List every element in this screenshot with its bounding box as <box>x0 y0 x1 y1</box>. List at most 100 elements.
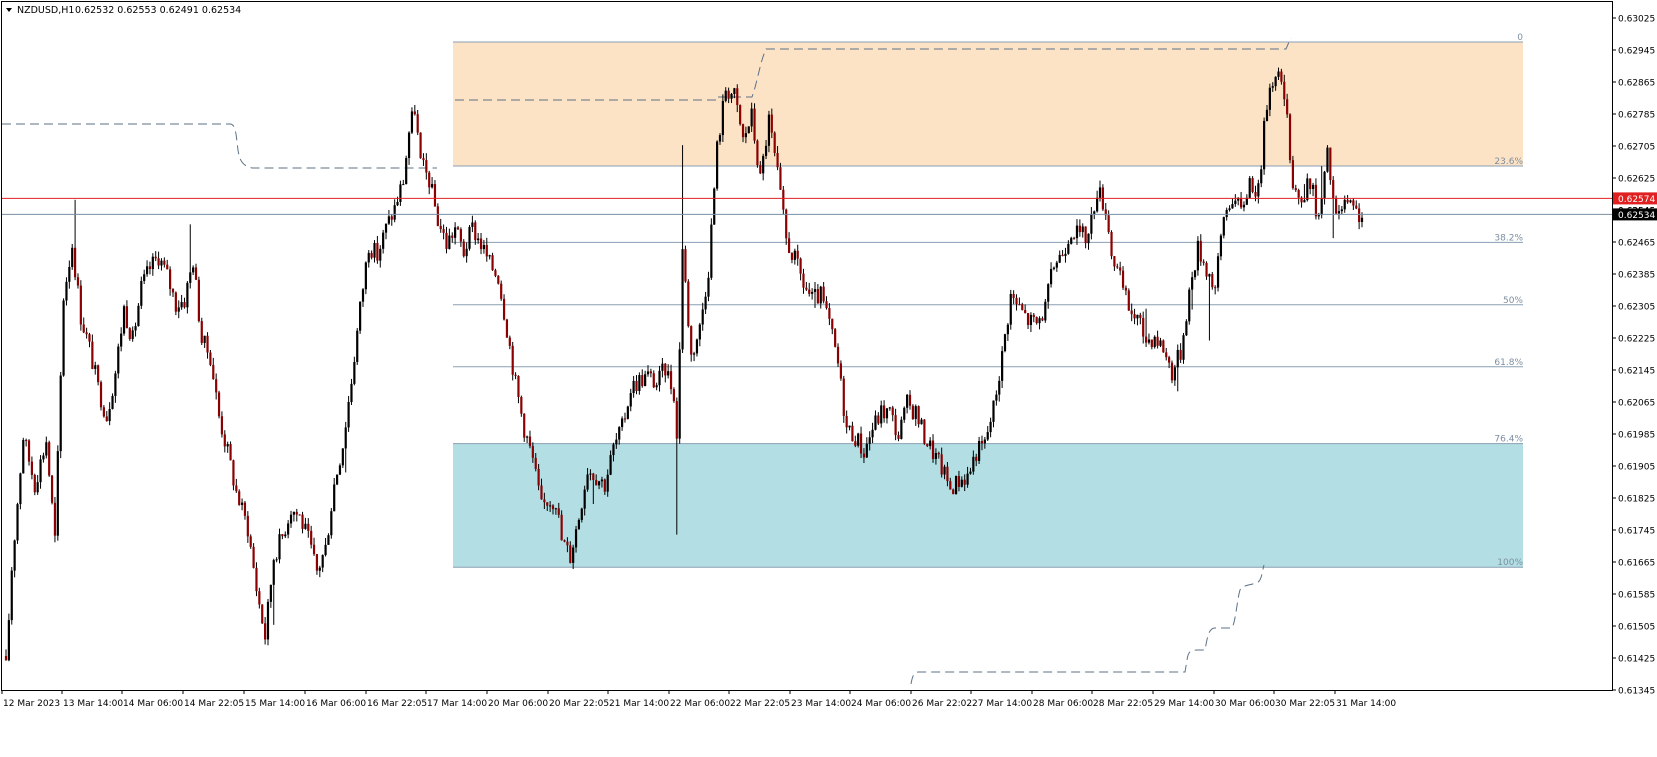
chart-window[interactable]: 0 23.6% 38.2% 50% 61.8% 76.4% 100% 0.63025 0.62… <box>0 0 1657 753</box>
y-tick-label: 0.61425 <box>1618 655 1655 665</box>
candle-body <box>819 286 822 304</box>
candle-body <box>721 100 724 136</box>
candle-body <box>790 252 794 260</box>
candle-body <box>727 90 730 99</box>
x-tick-label: 29 Mar 14:00 <box>1154 699 1214 709</box>
candle-body <box>980 440 984 444</box>
candle-body <box>851 425 854 442</box>
candle-body <box>312 544 316 555</box>
y-tick-label: 0.62625 <box>1618 175 1655 185</box>
candle-body <box>586 474 589 490</box>
candle-body <box>989 421 992 433</box>
candle-body <box>151 256 154 270</box>
candle-body <box>318 567 321 571</box>
candle-body <box>1090 213 1093 234</box>
candle-body <box>304 523 307 529</box>
candle-body <box>125 306 129 329</box>
candle-body <box>1303 200 1306 203</box>
candle-body <box>71 247 74 267</box>
candle-body <box>609 455 612 475</box>
candle-body <box>22 439 25 474</box>
x-tick-label: 14 Mar 22:05 <box>184 699 244 709</box>
candle-body <box>310 530 313 545</box>
candle-body <box>1274 76 1277 87</box>
candle-body <box>525 436 529 438</box>
candle-body <box>1265 109 1269 121</box>
candle-body <box>1263 120 1266 170</box>
candle-body <box>494 270 497 276</box>
candle-body <box>730 93 733 99</box>
candle-body <box>42 455 45 460</box>
candlestick-chart[interactable]: 0 23.6% 38.2% 50% 61.8% 76.4% 100% 0.63025 0.62… <box>0 0 1657 753</box>
candle-body <box>10 570 13 621</box>
candle-body <box>747 126 750 134</box>
candle-body <box>1029 314 1033 325</box>
candle-body <box>7 620 10 661</box>
candle-body <box>160 260 163 266</box>
candle-body <box>454 227 457 238</box>
candle-body <box>215 379 218 393</box>
candle-body <box>56 451 59 536</box>
candle-body <box>1024 310 1027 314</box>
candle-body <box>353 361 356 384</box>
candle-body <box>1009 293 1012 325</box>
candle-body <box>1323 171 1326 199</box>
candle-body <box>16 504 19 541</box>
y-tick-label: 0.62465 <box>1618 239 1655 249</box>
candle-body <box>906 394 909 408</box>
candle-body <box>954 476 958 495</box>
candle-body <box>192 267 195 273</box>
candle-body <box>1015 297 1018 305</box>
y-tick-label: 0.61585 <box>1618 591 1655 601</box>
candle-body <box>1052 267 1056 269</box>
candle-body <box>629 393 632 407</box>
candle-body <box>468 226 471 249</box>
candle-body <box>430 184 434 188</box>
candle-body <box>258 591 261 605</box>
candle-body <box>770 114 773 133</box>
candle-body <box>1349 200 1352 203</box>
candle-body <box>799 258 802 274</box>
candle-body <box>1067 243 1070 254</box>
candle-body <box>85 332 88 335</box>
candle-body <box>1314 184 1318 217</box>
candle-body <box>1084 226 1087 244</box>
candle-body <box>692 353 696 355</box>
candle-body <box>502 298 506 320</box>
candle-body <box>425 160 428 173</box>
candle-body <box>1073 237 1076 239</box>
candle-body <box>102 407 105 417</box>
candle-body <box>140 281 143 306</box>
candle-body <box>1277 71 1280 77</box>
candle-body <box>687 281 690 327</box>
candle-body <box>911 405 914 419</box>
candle-body <box>739 105 742 125</box>
candle-body <box>122 306 126 334</box>
candle-body <box>405 158 408 185</box>
candle-body <box>134 326 137 331</box>
candle-body <box>871 429 874 438</box>
candle-body <box>1078 225 1081 233</box>
candle-body <box>572 547 575 563</box>
candle-body <box>396 201 399 206</box>
candle-body <box>773 132 776 153</box>
candle-body <box>154 256 157 259</box>
x-tick-label: 20 Mar 22:05 <box>549 699 609 709</box>
candle-body <box>416 114 419 133</box>
candle-body <box>39 459 42 483</box>
candle-body <box>707 277 710 297</box>
candle-body <box>131 330 134 339</box>
candle-body <box>1176 349 1179 368</box>
candle-body <box>923 419 926 444</box>
candle-body <box>373 242 376 258</box>
candle-body <box>736 88 739 106</box>
x-tick-label: 30 Mar 22:05 <box>1275 699 1335 709</box>
candle-body <box>998 380 1001 395</box>
x-tick-label: 28 Mar 06:00 <box>1033 699 1093 709</box>
candle-body <box>301 514 304 529</box>
candle-body <box>143 274 146 282</box>
candle-body <box>1116 266 1119 268</box>
candle-body <box>520 397 523 414</box>
candle-body <box>733 88 736 94</box>
candle-body <box>1003 334 1007 352</box>
